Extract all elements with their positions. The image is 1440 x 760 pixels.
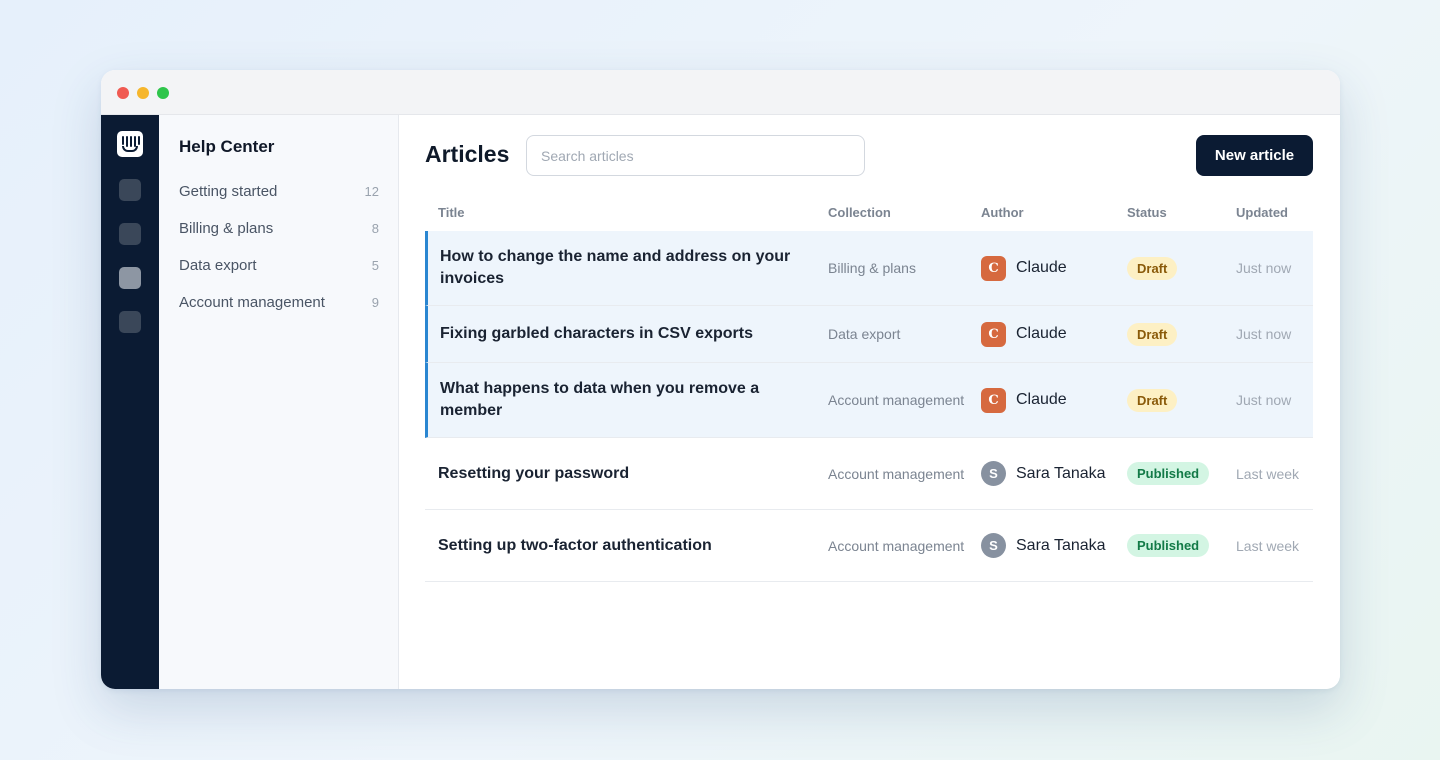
nav-icon[interactable] [119, 223, 141, 245]
collection-count: 5 [371, 257, 379, 273]
author-name: Claude [1016, 325, 1067, 342]
nav-icon[interactable] [119, 311, 141, 333]
author-name: Sara Tanaka [1016, 464, 1106, 482]
column-header-status[interactable]: Status [1127, 205, 1167, 220]
main-content: Articles New article Title Collection Au… [399, 115, 1340, 689]
collection-count: 8 [371, 220, 379, 236]
article-status: Draft [1127, 306, 1237, 362]
author-name: Claude [1016, 259, 1067, 276]
article-collection: Account management [828, 537, 965, 554]
collection-label: Billing & plans [179, 219, 274, 237]
article-title[interactable]: What happens to data when you remove a m… [440, 363, 810, 437]
sidebar-item-account-management[interactable]: Account management 9 [179, 289, 379, 315]
app-window: Help Center Getting started 12 Billing &… [101, 70, 1340, 689]
search-input[interactable] [526, 135, 865, 176]
column-header-author[interactable]: Author [981, 205, 1024, 220]
article-collection: Billing & plans [828, 260, 916, 276]
status-badge: Draft [1127, 256, 1178, 280]
article-status: Published [1127, 510, 1237, 581]
nav-rail [101, 115, 159, 689]
article-collection: Account management [828, 465, 965, 482]
new-article-button[interactable]: New article [1196, 135, 1313, 176]
article-author: C Claude [981, 363, 1131, 437]
minimize-window-button[interactable] [137, 87, 149, 99]
sidebar-item-getting-started[interactable]: Getting started 12 [179, 178, 379, 204]
table-row[interactable]: How to change the name and address on yo… [425, 231, 1313, 306]
nav-icon[interactable] [119, 179, 141, 201]
app-logo-icon[interactable] [117, 131, 143, 157]
avatar: C [981, 387, 1006, 413]
article-updated: Last week [1236, 537, 1300, 554]
article-title[interactable]: Fixing garbled characters in CSV exports [440, 306, 810, 362]
article-author: S Sara Tanaka [981, 510, 1131, 581]
article-author: C Claude [981, 306, 1131, 362]
nav-icon-active[interactable] [119, 267, 141, 289]
table-row[interactable]: Setting up two-factor authentication Acc… [425, 510, 1313, 582]
collection-label: Account management [179, 293, 325, 311]
status-badge: Draft [1127, 388, 1178, 412]
table-row[interactable]: What happens to data when you remove a m… [425, 363, 1313, 438]
collection-label: Data export [179, 256, 257, 274]
article-status: Draft [1127, 363, 1237, 437]
table-row[interactable]: Fixing garbled characters in CSV exports… [425, 306, 1313, 363]
table-row[interactable]: Resetting your password Account manageme… [425, 438, 1313, 510]
column-header-title[interactable]: Title [438, 205, 465, 220]
table-header: Title Collection Author Status Updated [425, 195, 1313, 231]
close-window-button[interactable] [117, 87, 129, 99]
article-author: S Sara Tanaka [981, 438, 1131, 509]
collections-sidebar: Help Center Getting started 12 Billing &… [159, 115, 399, 689]
avatar: C [981, 321, 1006, 347]
sidebar-item-billing-plans[interactable]: Billing & plans 8 [179, 215, 379, 241]
window-titlebar [101, 70, 1340, 115]
article-updated: Just now [1236, 392, 1292, 408]
column-header-updated[interactable]: Updated [1236, 205, 1288, 220]
status-badge: Draft [1127, 322, 1178, 346]
article-status: Draft [1127, 231, 1237, 305]
avatar: S [981, 533, 1006, 558]
sidebar-title: Help Center [179, 137, 275, 156]
maximize-window-button[interactable] [157, 87, 169, 99]
article-updated: Just now [1236, 326, 1292, 342]
avatar: S [981, 461, 1006, 486]
article-updated: Last week [1236, 465, 1300, 482]
article-status: Published [1127, 438, 1237, 509]
article-author: C Claude [981, 231, 1131, 305]
article-collection: Account management [828, 392, 965, 408]
article-collection: Data export [828, 326, 901, 342]
article-updated: Just now [1236, 260, 1292, 276]
article-title[interactable]: Resetting your password [438, 438, 808, 509]
author-name: Sara Tanaka [1016, 536, 1106, 554]
article-title[interactable]: How to change the name and address on yo… [440, 231, 810, 305]
collection-count: 9 [371, 294, 379, 310]
status-badge: Published [1127, 534, 1210, 557]
collection-count: 12 [364, 183, 379, 199]
article-title[interactable]: Setting up two-factor authentication [438, 510, 808, 581]
status-badge: Published [1127, 462, 1210, 485]
author-name: Claude [1016, 391, 1067, 408]
articles-table: Title Collection Author Status Updated H… [425, 195, 1313, 582]
column-header-collection[interactable]: Collection [828, 205, 891, 220]
avatar: C [981, 255, 1006, 281]
page-title: Articles [425, 141, 510, 167]
collection-label: Getting started [179, 182, 278, 200]
sidebar-item-data-export[interactable]: Data export 5 [179, 252, 379, 278]
